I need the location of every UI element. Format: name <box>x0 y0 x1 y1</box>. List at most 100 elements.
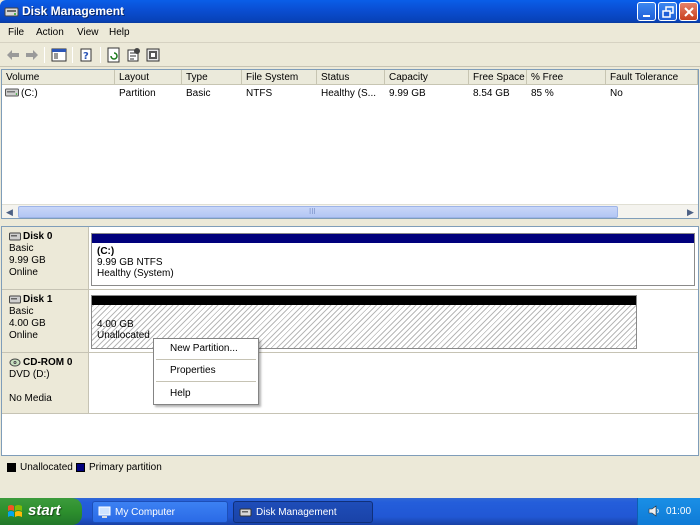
back-icon[interactable] <box>5 47 21 63</box>
my-computer-icon <box>98 506 111 518</box>
menu-file[interactable]: File <box>8 27 24 38</box>
disk-1-type: Basic <box>9 306 34 317</box>
cdrom-0-name: CD-ROM 0 <box>23 357 73 368</box>
legend-label-unallocated: Unallocated <box>20 462 73 473</box>
column-header-volume[interactable]: Volume <box>2 70 115 85</box>
restore-button[interactable] <box>658 2 677 21</box>
cell-status: Healthy (S... <box>321 88 377 99</box>
taskbar-item-my-computer[interactable]: My Computer <box>92 501 228 523</box>
help-icon[interactable]: ? <box>79 47 95 63</box>
minimize-icon <box>643 15 650 17</box>
partition-c-detail: 9.99 GB NTFS <box>97 257 163 268</box>
partition-c-status: Healthy (System) <box>97 268 174 279</box>
cell-file-system: NTFS <box>246 88 273 99</box>
taskbar-item-label: My Computer <box>115 507 176 518</box>
unallocated-detail: 4.00 GB <box>97 319 134 330</box>
context-menu-separator <box>156 381 256 382</box>
cell-layout: Partition <box>119 88 156 99</box>
disk-1-label[interactable]: Disk 1 Basic 4.00 GB Online <box>2 290 89 352</box>
context-menu: New Partition... Properties Help <box>153 338 259 405</box>
cdrom-0-state: No Media <box>9 393 52 404</box>
minimize-button[interactable] <box>637 2 656 21</box>
column-header-layout[interactable]: Layout <box>115 70 182 85</box>
partition-c-label: (C:) <box>97 246 115 257</box>
column-header-type[interactable]: Type <box>182 70 242 85</box>
column-header-file-system[interactable]: File System <box>242 70 317 85</box>
taskbar-item-disk-management[interactable]: Disk Management <box>233 501 373 523</box>
toolbar: ? <box>0 43 700 67</box>
disk-1-size: 4.00 GB <box>9 318 46 329</box>
svg-text:?: ? <box>83 51 89 62</box>
settings-icon[interactable] <box>145 47 161 63</box>
legend-swatch-unallocated <box>7 463 16 472</box>
taskbar-item-label: Disk Management <box>256 507 337 518</box>
disk-0-label[interactable]: Disk 0 Basic 9.99 GB Online <box>2 227 89 289</box>
show-hide-console-tree-icon[interactable] <box>51 47 67 63</box>
menu-bar: File Action View Help <box>0 23 700 43</box>
disk-1-state: Online <box>9 330 38 341</box>
hard-drive-icon <box>5 88 19 97</box>
column-header-fault-tolerance[interactable]: Fault Tolerance <box>606 70 698 85</box>
column-header-free-space[interactable]: Free Space <box>469 70 527 85</box>
taskbar: start My Computer Disk Management 01:00 <box>0 498 700 525</box>
hard-drive-icon <box>9 232 21 241</box>
primary-partition-bar <box>92 234 694 243</box>
window-title: Disk Management <box>22 4 125 18</box>
system-tray: 01:00 <box>637 498 700 525</box>
hard-drive-icon <box>9 295 21 304</box>
column-header-pct-free[interactable]: % Free <box>527 70 606 85</box>
menu-view[interactable]: View <box>77 27 99 38</box>
volume-list[interactable]: Volume Layout Type File System Status Ca… <box>1 69 699 219</box>
disk-0-type: Basic <box>9 243 34 254</box>
menu-help[interactable]: Help <box>109 27 130 38</box>
cell-pct-free: 85 % <box>531 88 554 99</box>
disk-0-state: Online <box>9 267 38 278</box>
menu-item-help[interactable]: Help <box>170 388 191 399</box>
forward-icon[interactable] <box>24 47 40 63</box>
cell-capacity: 9.99 GB <box>389 88 426 99</box>
disk-management-icon <box>4 7 19 17</box>
partition-c[interactable]: (C:) 9.99 GB NTFS Healthy (System) <box>91 233 695 286</box>
disk-0-name: Disk 0 <box>23 231 53 242</box>
context-menu-separator <box>156 359 256 360</box>
horizontal-scrollbar[interactable]: ◀ III ▶ <box>2 204 698 218</box>
refresh-icon[interactable] <box>106 47 122 63</box>
disk-management-icon <box>239 508 252 517</box>
cdrom-0-type: DVD (D:) <box>9 369 50 380</box>
disk-row-disk-1[interactable]: Disk 1 Basic 4.00 GB Online 4.00 GB Unal… <box>2 290 698 353</box>
cell-fault-tolerance: No <box>610 88 623 99</box>
toolbar-separator <box>44 47 45 63</box>
volume-icon[interactable] <box>647 504 661 518</box>
clock[interactable]: 01:00 <box>666 506 691 517</box>
scroll-left-arrow-icon[interactable]: ◀ <box>3 206 16 218</box>
disk-0-size: 9.99 GB <box>9 255 46 266</box>
scroll-thumb[interactable]: III <box>18 206 618 218</box>
legend: Unallocated Primary partition <box>1 458 699 478</box>
toolbar-separator <box>72 47 73 63</box>
close-button[interactable] <box>679 2 698 21</box>
toolbar-separator <box>100 47 101 63</box>
disk-graphical-view: Disk 0 Basic 9.99 GB Online (C:) 9.99 GB… <box>1 226 699 456</box>
disk-management-window: Disk Management File Action View Help ? … <box>0 0 700 498</box>
scroll-grip: III <box>309 207 316 216</box>
scroll-right-arrow-icon[interactable]: ▶ <box>684 206 697 218</box>
menu-item-properties[interactable]: Properties <box>170 365 216 376</box>
close-icon <box>684 7 694 17</box>
start-button[interactable]: start <box>0 498 82 525</box>
column-header-capacity[interactable]: Capacity <box>385 70 469 85</box>
menu-item-new-partition[interactable]: New Partition... <box>170 343 238 354</box>
unallocated-bar <box>92 296 636 305</box>
properties-icon[interactable] <box>125 47 141 63</box>
disk-row-cdrom-0[interactable]: CD-ROM 0 DVD (D:) No Media <box>2 353 698 414</box>
start-label: start <box>28 502 61 519</box>
title-bar[interactable]: Disk Management <box>0 0 700 23</box>
cdrom-0-label[interactable]: CD-ROM 0 DVD (D:) No Media <box>2 353 89 413</box>
column-header-status[interactable]: Status <box>317 70 385 85</box>
cdrom-icon <box>9 358 21 367</box>
cell-type: Basic <box>186 88 211 99</box>
legend-label-primary-partition: Primary partition <box>89 462 162 473</box>
menu-action[interactable]: Action <box>36 27 64 38</box>
disk-row-disk-0[interactable]: Disk 0 Basic 9.99 GB Online (C:) 9.99 GB… <box>2 227 698 290</box>
cell-volume: (C:) <box>21 88 38 99</box>
disk-1-name: Disk 1 <box>23 294 53 305</box>
